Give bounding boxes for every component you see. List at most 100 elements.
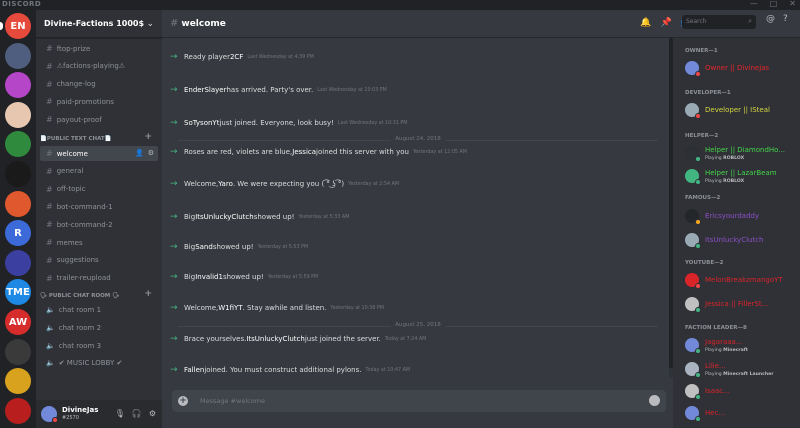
gear-icon[interactable]: ⚙	[148, 149, 154, 157]
speaker-icon: 🔈	[46, 341, 55, 350]
member-name[interactable]: Invalid1	[195, 273, 223, 281]
server-icon[interactable]	[5, 368, 31, 395]
channel-item[interactable]: # general	[40, 164, 158, 179]
voice-channel-item[interactable]: 🔈 chat room 1	[40, 302, 158, 317]
voice-channel-item[interactable]: 🔈 chat room 3	[40, 338, 158, 353]
message-text: Big	[184, 243, 196, 251]
system-message: → Big Invalid1 showed up! Yesterday at 5:5…	[170, 272, 660, 282]
member-item[interactable]: Jessica || FillerSt...	[685, 295, 797, 315]
avatar	[685, 362, 701, 378]
server-icon[interactable]	[5, 190, 31, 217]
voice-channel-label: chat room 3	[58, 341, 102, 350]
minimize-icon[interactable]: —	[750, 0, 758, 8]
emoji-icon[interactable]	[649, 395, 660, 406]
channel-label: welcome	[56, 149, 88, 158]
headphones-icon[interactable]: 🎧	[132, 409, 142, 418]
add-channel-icon[interactable]: +	[144, 132, 152, 142]
pin-icon[interactable]: 📌	[661, 18, 672, 28]
member-name[interactable]: EnderSlayer	[184, 86, 227, 94]
activity-prefix: Playing	[705, 348, 724, 353]
channel-item[interactable]: # trailer-reupload	[40, 271, 158, 286]
server-icon[interactable]: TME	[5, 279, 31, 306]
member-name[interactable]: W1fiYT	[218, 304, 242, 312]
message-text: Brace yourselves.	[184, 335, 247, 343]
server-icon[interactable]	[5, 249, 31, 276]
message-text: Roses are red, violets are blue,	[184, 148, 293, 156]
username: DivineJas	[62, 406, 99, 414]
category-voice[interactable]: 🗣 PUBLIC CHAT ROOM 🗣 +	[40, 289, 158, 302]
help-icon[interactable]: ?	[783, 14, 788, 24]
server-icon[interactable]: AW	[5, 309, 31, 335]
gear-icon[interactable]: ⚙	[149, 409, 156, 418]
category-public-text[interactable]: 📄PUBLIC TEXT CHAT📄 +	[40, 132, 158, 145]
channel-item[interactable]: # payout-proof	[40, 112, 158, 127]
channel-item[interactable]: # bot-command-1	[40, 199, 158, 214]
maximize-icon[interactable]: □	[770, 0, 778, 8]
server-icon[interactable]	[5, 72, 31, 99]
member-item[interactable]: Developer || ISteal	[685, 101, 797, 121]
member-item[interactable]: Hec...	[685, 404, 797, 424]
member-item[interactable]: MelonBreakzmangoYT	[685, 271, 797, 291]
hash-icon: #	[46, 166, 53, 176]
join-arrow-icon: →	[170, 85, 178, 95]
channel-item[interactable]: # bot-command-2	[40, 217, 158, 232]
avatar[interactable]	[41, 406, 58, 423]
search-input[interactable]: Search ⌕	[682, 15, 756, 29]
upload-plus-icon[interactable]: +	[178, 396, 188, 406]
member-name[interactable]: Jessica	[292, 148, 316, 156]
server-icon[interactable]	[5, 338, 31, 365]
add-channel-icon[interactable]: +	[144, 289, 152, 299]
member-item[interactable]: Lilie... Playing Minecraft Launcher	[685, 360, 797, 380]
hash-icon: #	[46, 202, 53, 212]
channel-item[interactable]: # welcome 👤 ⚙	[40, 146, 158, 161]
join-arrow-icon: →	[170, 118, 178, 128]
member-item[interactable]: Helper || LazarBeam Playing ROBLOX	[685, 167, 797, 187]
mention-icon[interactable]: @	[766, 14, 775, 24]
channel-item[interactable]: # memes	[40, 235, 158, 250]
channel-item[interactable]: # suggestions	[40, 253, 158, 268]
window-controls: — □ ✕	[750, 0, 796, 8]
channel-item[interactable]: # paid-promotions	[40, 94, 158, 109]
member-item[interactable]: Ericsyourdaddy	[685, 207, 797, 227]
close-icon[interactable]: ✕	[789, 0, 796, 8]
member-name[interactable]: SoTysonYt	[184, 119, 219, 127]
message-input[interactable]: Message #welcome	[200, 397, 265, 405]
server-icon[interactable]	[5, 131, 31, 158]
microphone-icon[interactable]: 🎙	[115, 409, 125, 418]
channel-item[interactable]: # ftop-prize	[40, 41, 158, 56]
bell-icon[interactable]: 🔔	[640, 18, 651, 28]
server-icon[interactable]: R	[5, 220, 31, 247]
channel-item[interactable]: # ⚠factions-playing⚠	[40, 59, 158, 74]
channel-item[interactable]: # change-log	[40, 77, 158, 92]
member-item[interactable]: ItsUnluckyClutch	[685, 231, 797, 251]
channel-label: bot-command-1	[56, 202, 113, 211]
member-name[interactable]: ItsUnluckyClutch	[246, 335, 305, 343]
invite-icon[interactable]: 👤	[135, 149, 144, 157]
member-name[interactable]: Yaro	[218, 180, 233, 188]
date-divider: August 25, 2018	[178, 322, 658, 328]
server-icon[interactable]	[5, 161, 31, 187]
timestamp: Yesterday at 5:53 PM	[257, 244, 309, 250]
channel-item[interactable]: # off-topic	[40, 182, 158, 197]
member-item[interactable]: Helper || DiamondHo... Playing ROBLOX	[685, 144, 797, 164]
voice-channel-label: chat room 2	[58, 323, 102, 332]
member-name[interactable]: ItsUnluckyClutch	[195, 213, 254, 221]
member-name[interactable]: Sand	[195, 243, 213, 251]
server-icon[interactable]	[5, 101, 31, 128]
server-header[interactable]: Divine-Factions 1000$ FT... ⌄	[36, 10, 162, 38]
status-indicator	[695, 348, 701, 354]
server-icon[interactable]: EN	[5, 13, 31, 39]
message-composer[interactable]: + Message #welcome	[172, 390, 666, 412]
server-icon[interactable]	[5, 397, 31, 424]
member-name[interactable]: Fallen	[184, 366, 204, 374]
member-activity: Playing Minecraft Launcher	[705, 372, 774, 377]
member-item[interactable]: Isaac...	[685, 382, 797, 402]
activity-title: ROBLOX	[723, 156, 745, 161]
category-label: 📄PUBLIC TEXT CHAT📄	[40, 136, 112, 142]
member-item[interactable]: Owner || Divinejas	[685, 59, 797, 79]
voice-channel-item[interactable]: 🔈 chat room 2	[40, 320, 158, 335]
server-icon[interactable]	[5, 42, 31, 69]
voice-channel-item[interactable]: 🔈 ✔ MUSIC LOBBY ✔	[40, 356, 158, 371]
member-item[interactable]: Jagaraaa... Playing Minecraft	[685, 336, 797, 356]
member-name[interactable]: 2CF	[230, 53, 243, 61]
